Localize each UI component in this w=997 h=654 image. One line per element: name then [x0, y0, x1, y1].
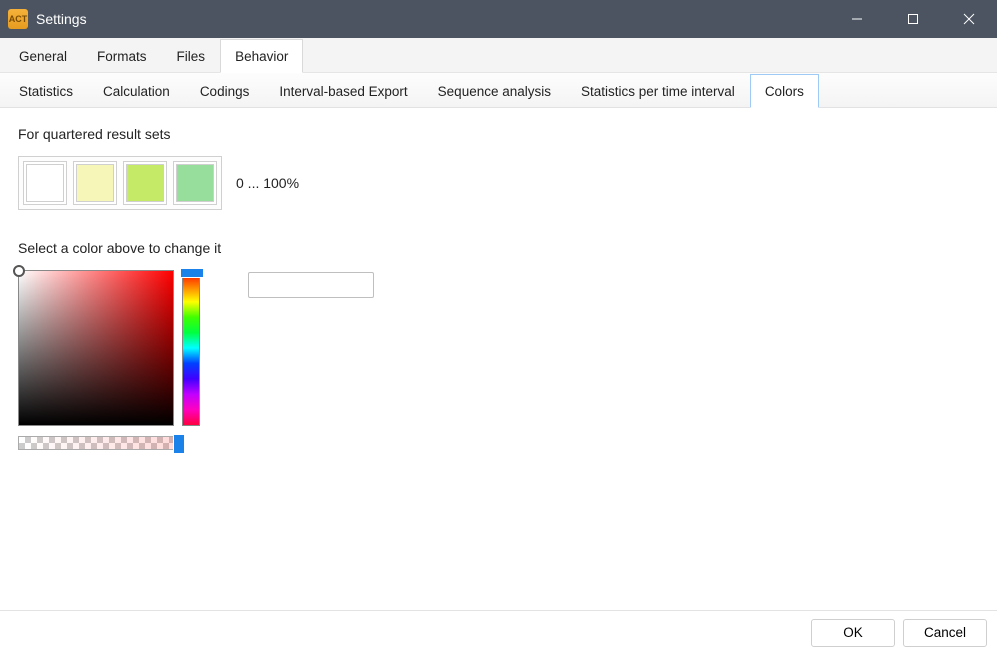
color-preview [248, 272, 374, 298]
hue-slider[interactable] [182, 270, 200, 426]
tab-statistics[interactable]: Statistics [4, 74, 88, 108]
close-icon [963, 13, 975, 25]
inner-tab-strip: Statistics Calculation Codings Interval-… [0, 72, 997, 108]
colors-panel: For quartered result sets 0 ... 100% Sel… [0, 108, 997, 610]
tab-files[interactable]: Files [162, 39, 221, 73]
alpha-slider[interactable] [18, 436, 182, 450]
sv-cursor-icon[interactable] [13, 265, 25, 277]
ok-button[interactable]: OK [811, 619, 895, 647]
swatch-0-color [26, 164, 64, 202]
select-hint: Select a color above to change it [18, 240, 979, 256]
tab-general[interactable]: General [4, 39, 82, 73]
swatch-group [18, 156, 222, 210]
quartered-label: For quartered result sets [18, 126, 979, 142]
window-title: Settings [36, 11, 87, 27]
color-picker [18, 270, 979, 450]
swatch-range-label: 0 ... 100% [236, 175, 299, 191]
dialog-footer: OK Cancel [0, 610, 997, 654]
tab-codings[interactable]: Codings [185, 74, 265, 108]
minimize-button[interactable] [829, 0, 885, 38]
close-button[interactable] [941, 0, 997, 38]
tab-interval-export[interactable]: Interval-based Export [264, 74, 422, 108]
cancel-button[interactable]: Cancel [903, 619, 987, 647]
title-bar: ACT Settings [0, 0, 997, 38]
window-controls [829, 0, 997, 38]
swatch-2[interactable] [123, 161, 167, 205]
maximize-icon [907, 13, 919, 25]
tab-sequence-analysis[interactable]: Sequence analysis [423, 74, 566, 108]
swatch-1-color [76, 164, 114, 202]
swatch-1[interactable] [73, 161, 117, 205]
swatch-3-color [176, 164, 214, 202]
app-icon: ACT [8, 9, 28, 29]
swatch-3[interactable] [173, 161, 217, 205]
swatch-2-color [126, 164, 164, 202]
tab-stats-per-interval[interactable]: Statistics per time interval [566, 74, 750, 108]
tab-behavior[interactable]: Behavior [220, 39, 303, 73]
tab-calculation[interactable]: Calculation [88, 74, 185, 108]
maximize-button[interactable] [885, 0, 941, 38]
tab-colors[interactable]: Colors [750, 74, 819, 108]
swatch-0[interactable] [23, 161, 67, 205]
minimize-icon [851, 13, 863, 25]
hue-thumb[interactable] [180, 268, 204, 278]
saturation-value-box[interactable] [18, 270, 174, 426]
tab-formats[interactable]: Formats [82, 39, 162, 73]
alpha-thumb[interactable] [173, 434, 185, 454]
outer-tab-strip: General Formats Files Behavior [0, 38, 997, 72]
swatch-row: 0 ... 100% [18, 156, 979, 210]
